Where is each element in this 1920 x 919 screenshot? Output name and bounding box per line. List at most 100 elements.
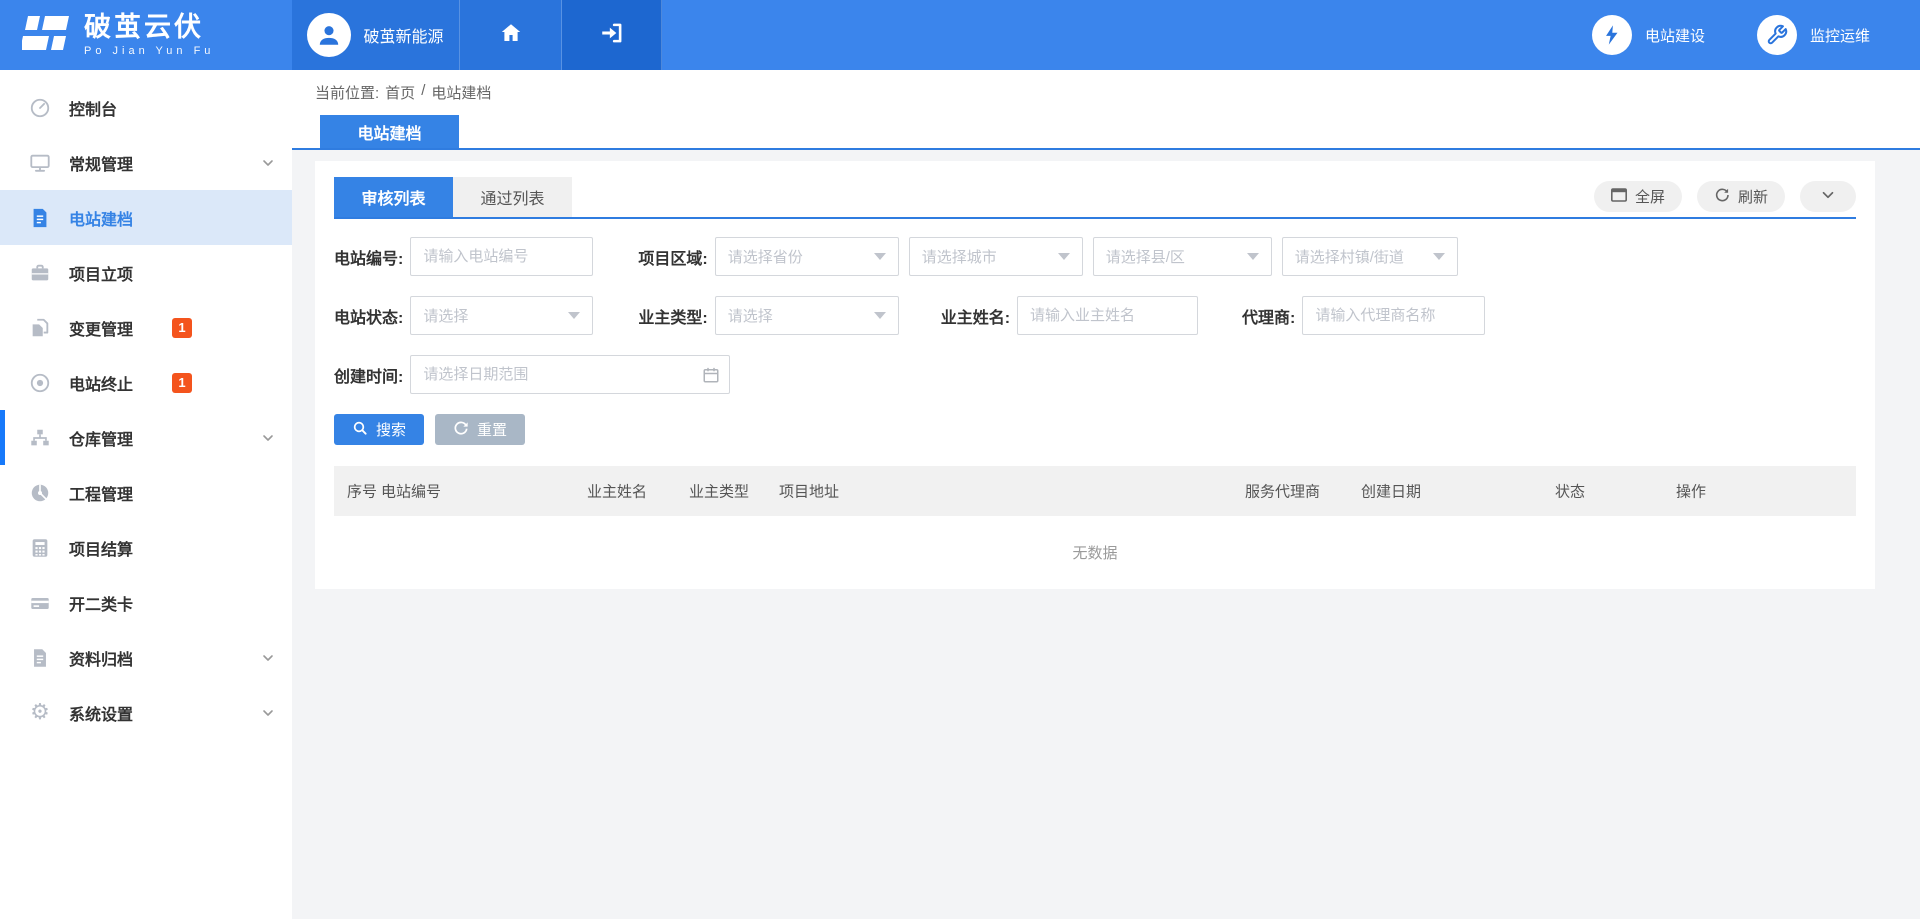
sidebar-item-station-terminate[interactable]: 电站终止 1 xyxy=(0,355,292,410)
sidebar-item-label: 电站建档 xyxy=(69,206,133,230)
module-label: 电站建设 xyxy=(1645,25,1705,46)
monitor-icon xyxy=(28,152,52,174)
gauge-icon xyxy=(28,97,52,119)
sidebar-item-system-settings[interactable]: ⚙ 系统设置 xyxy=(0,685,292,740)
col-agent: 服务代理商 xyxy=(1245,481,1320,502)
county-select[interactable]: 请选择县/区 xyxy=(1093,237,1272,276)
filter-form: 电站编号: 项目区域: 请选择省份 请选择城市 请选择县/区 请选择村镇/街道 xyxy=(334,219,1856,445)
refresh-icon xyxy=(1714,187,1730,207)
breadcrumb-home[interactable]: 首页 xyxy=(385,82,415,103)
lightning-icon xyxy=(1592,15,1632,55)
field-label: 电站编号: xyxy=(334,245,403,269)
caret-down-icon xyxy=(874,312,886,319)
date-range-input[interactable] xyxy=(410,355,730,394)
field-label: 业主类型: xyxy=(638,304,707,328)
notification-badge: 1 xyxy=(172,318,192,338)
home-button[interactable] xyxy=(460,0,562,70)
search-button[interactable]: 搜索 xyxy=(334,414,424,445)
chevron-down-icon xyxy=(1819,186,1837,208)
breadcrumb-separator: / xyxy=(421,82,425,103)
town-select[interactable]: 请选择村镇/街道 xyxy=(1282,237,1458,276)
sidebar-item-label: 资料归档 xyxy=(69,646,133,670)
page-tab-station-archive[interactable]: 电站建档 xyxy=(320,115,459,148)
select-placeholder: 请选择村镇/街道 xyxy=(1295,246,1425,267)
field-label: 业主姓名: xyxy=(941,304,1010,328)
station-no-input[interactable] xyxy=(410,237,593,276)
active-indicator-bar xyxy=(0,410,5,465)
select-placeholder: 请选择县/区 xyxy=(1106,246,1239,267)
fullscreen-icon xyxy=(1611,188,1627,206)
module-monitor-ops[interactable]: 监控运维 xyxy=(1757,15,1870,55)
sidebar-item-label: 仓库管理 xyxy=(69,426,133,450)
calculator-icon xyxy=(28,537,52,559)
sidebar-item-label: 开二类卡 xyxy=(69,591,133,615)
app-logo: 破茧云伏 Po Jian Yun Fu xyxy=(0,0,292,70)
field-label: 代理商: xyxy=(1242,304,1295,328)
user-menu[interactable]: 破茧新能源 xyxy=(292,0,460,70)
gear-icon: ⚙ xyxy=(28,702,52,724)
sidebar-item-project-settlement[interactable]: 项目结算 xyxy=(0,520,292,575)
sidebar-item-data-archive[interactable]: 资料归档 xyxy=(0,630,292,685)
refresh-button[interactable]: 刷新 xyxy=(1697,181,1785,212)
chevron-down-icon xyxy=(260,430,276,446)
sidebar-item-warehouse-mgmt[interactable]: 仓库管理 xyxy=(0,410,292,465)
login-arrow-icon xyxy=(599,20,625,51)
sidebar-item-project-initiation[interactable]: 项目立项 xyxy=(0,245,292,300)
chevron-down-icon xyxy=(260,650,276,666)
chevron-down-icon xyxy=(260,155,276,171)
logout-button[interactable] xyxy=(562,0,662,70)
module-label: 监控运维 xyxy=(1810,25,1870,46)
target-icon xyxy=(28,372,52,394)
owner-name-input[interactable] xyxy=(1017,296,1198,335)
company-name: 破茧新能源 xyxy=(363,23,443,47)
field-label: 项目区域: xyxy=(638,245,707,269)
sidebar-item-label: 项目立项 xyxy=(69,261,133,285)
col-owner-name: 业主姓名 xyxy=(587,481,647,502)
station-status-select[interactable]: 请选择 xyxy=(410,296,593,335)
collapse-panel-button[interactable] xyxy=(1800,181,1856,212)
content-area: 审核列表 通过列表 全屏 刷新 xyxy=(292,152,1920,919)
breadcrumb: 当前位置: 首页 / 电站建档 xyxy=(315,82,491,103)
wrench-icon xyxy=(1757,15,1797,55)
sidebar-item-label: 电站终止 xyxy=(69,371,133,395)
field-label: 电站状态: xyxy=(334,304,403,328)
sidebar-item-label: 变更管理 xyxy=(69,316,133,340)
sidebar-item-label: 控制台 xyxy=(69,96,117,120)
select-placeholder: 请选择 xyxy=(423,305,560,326)
sidebar-item-engineering-mgmt[interactable]: 工程管理 xyxy=(0,465,292,520)
select-placeholder: 请选择省份 xyxy=(728,246,866,267)
sidebar-item-label: 常规管理 xyxy=(69,151,133,175)
col-index: 序号 xyxy=(347,481,377,502)
breadcrumb-label: 当前位置: xyxy=(315,82,379,103)
agent-input[interactable] xyxy=(1302,296,1485,335)
tab-review-list[interactable]: 审核列表 xyxy=(334,177,453,217)
caret-down-icon xyxy=(874,253,886,260)
sidebar-item-change-mgmt[interactable]: 变更管理 1 xyxy=(0,300,292,355)
sidebar-item-open-type2-card[interactable]: 开二类卡 xyxy=(0,575,292,630)
sidebar-item-general-mgmt[interactable]: 常规管理 xyxy=(0,135,292,190)
sidebar-item-console[interactable]: 控制台 xyxy=(0,80,292,135)
refresh-label: 刷新 xyxy=(1738,186,1768,207)
province-select[interactable]: 请选择省份 xyxy=(715,237,899,276)
tab-passed-list[interactable]: 通过列表 xyxy=(453,177,572,217)
fullscreen-button[interactable]: 全屏 xyxy=(1594,181,1682,212)
sidebar-item-label: 项目结算 xyxy=(69,536,133,560)
chevron-down-icon xyxy=(260,705,276,721)
select-placeholder: 请选择 xyxy=(728,305,866,326)
caret-down-icon xyxy=(568,312,580,319)
col-actions: 操作 xyxy=(1676,481,1706,502)
city-select[interactable]: 请选择城市 xyxy=(909,237,1083,276)
brand-logo-icon xyxy=(22,12,70,59)
search-icon xyxy=(352,420,368,440)
sidebar-item-station-archive[interactable]: 电站建档 xyxy=(0,190,292,245)
card-icon xyxy=(28,592,52,614)
owner-type-select[interactable]: 请选择 xyxy=(715,296,899,335)
fullscreen-label: 全屏 xyxy=(1635,186,1665,207)
module-station-build[interactable]: 电站建设 xyxy=(1592,15,1705,55)
main-content: 当前位置: 首页 / 电站建档 电站建档 审核列表 通过列表 全屏 xyxy=(292,70,1920,919)
file-icon xyxy=(28,647,52,669)
col-status: 状态 xyxy=(1555,481,1585,502)
sitemap-icon xyxy=(28,427,52,449)
reset-label: 重置 xyxy=(477,419,507,440)
reset-button[interactable]: 重置 xyxy=(435,414,525,445)
